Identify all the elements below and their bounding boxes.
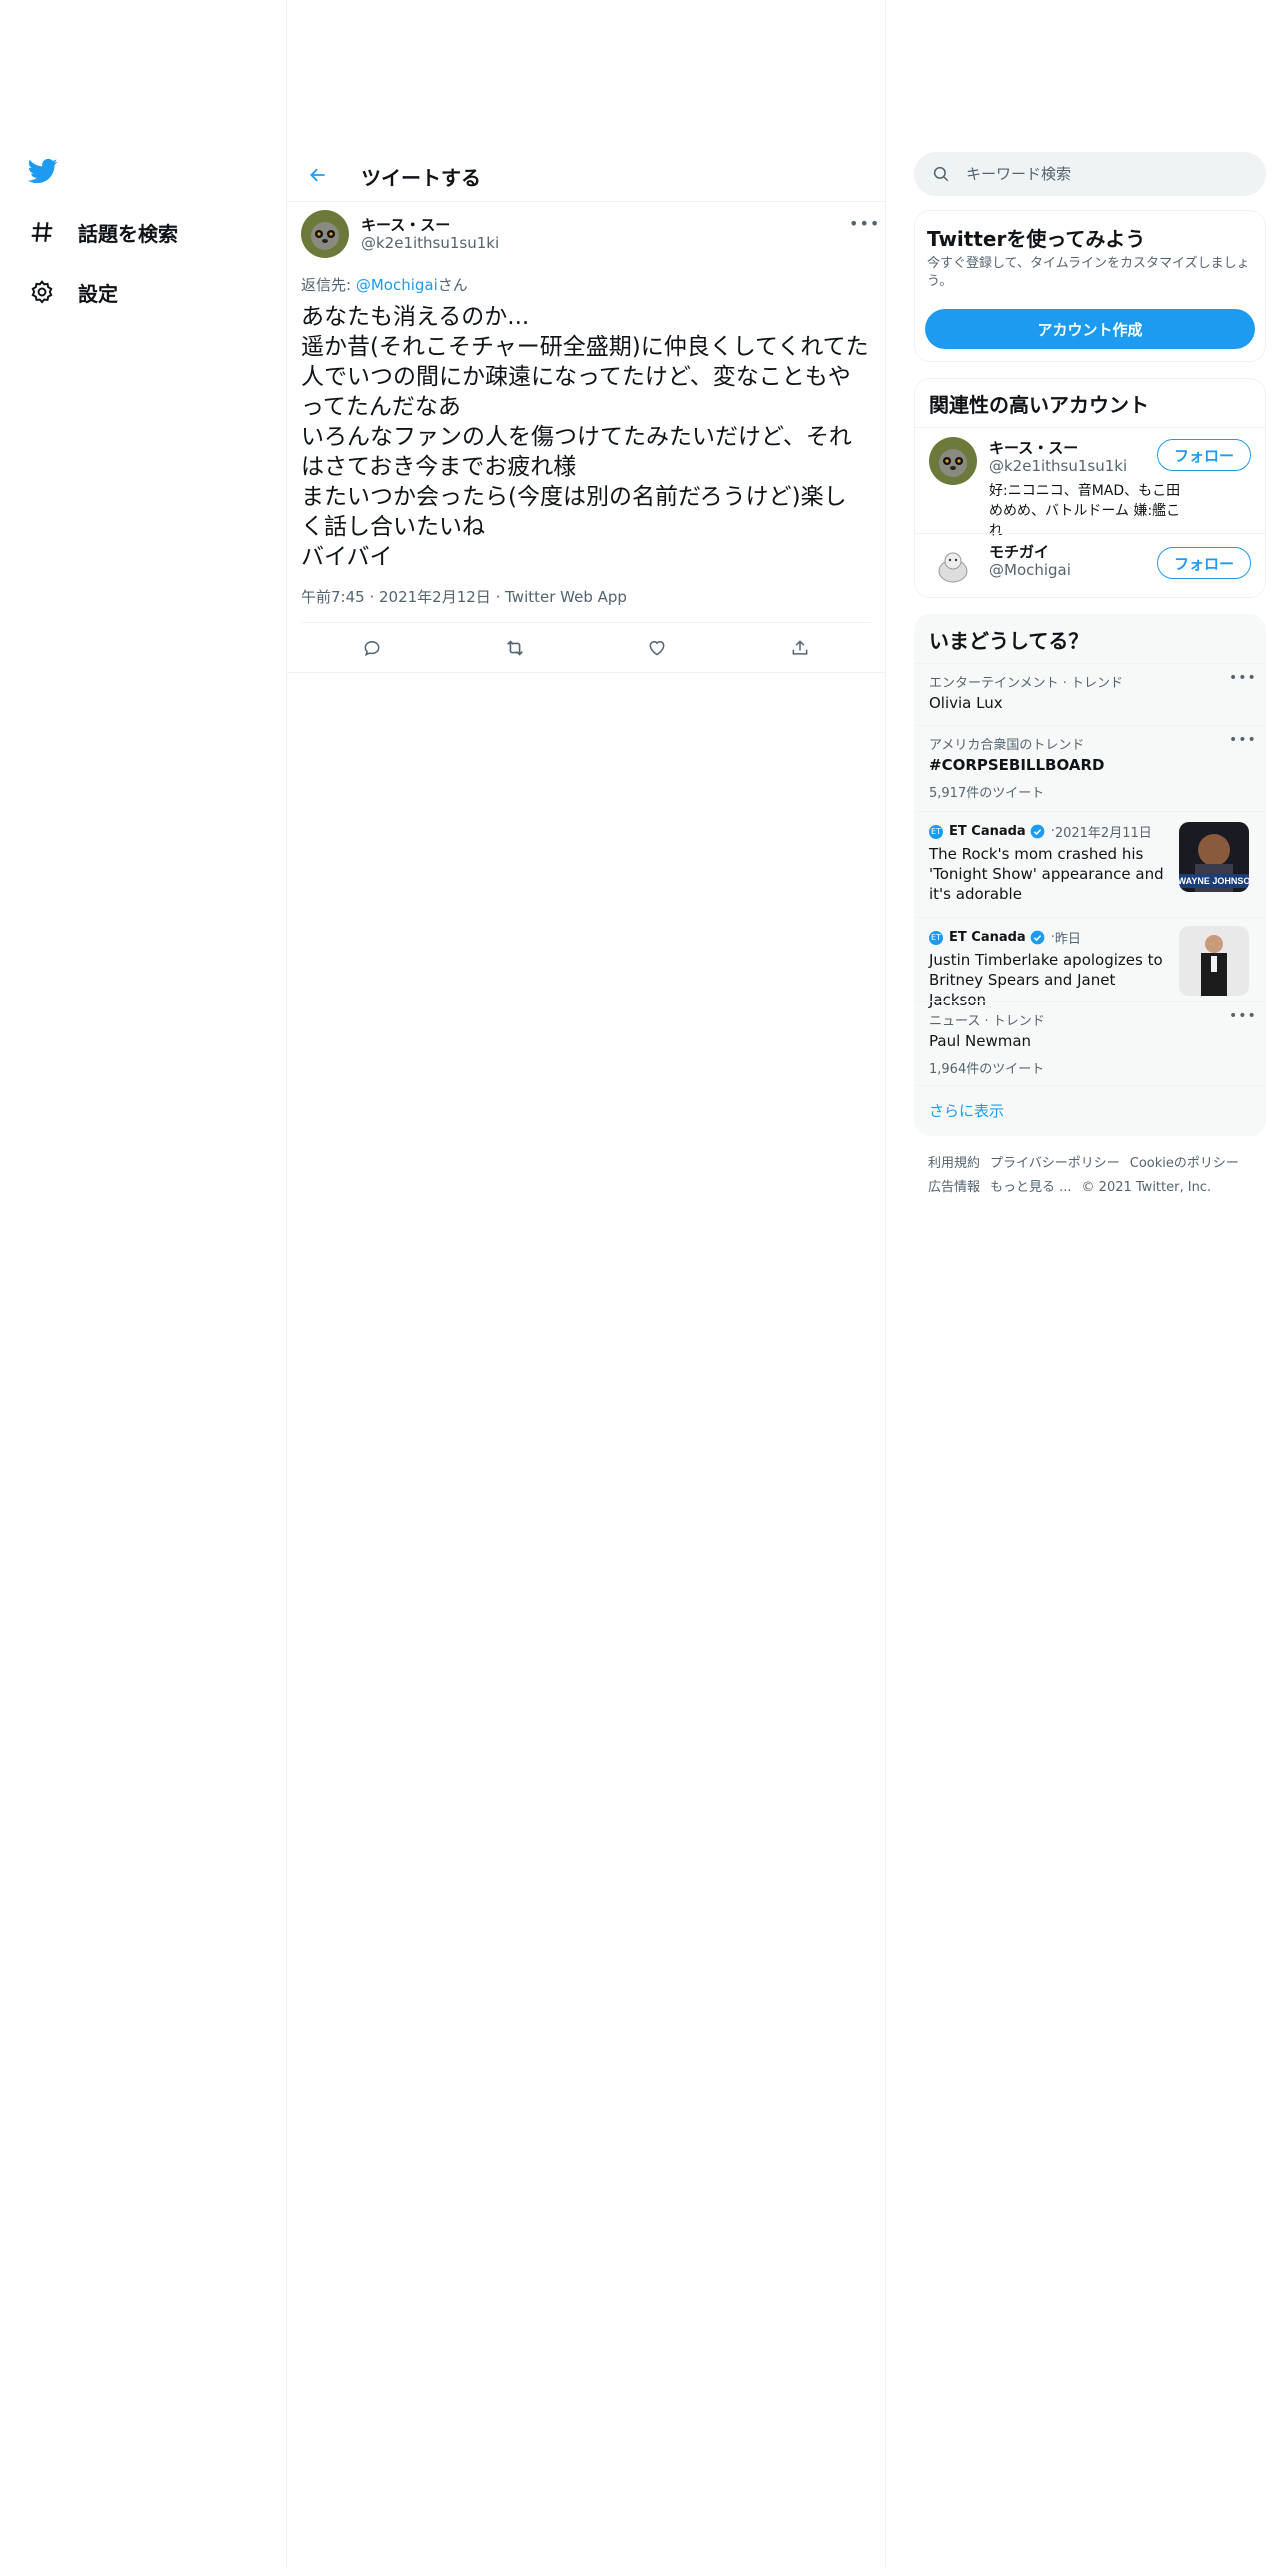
trend-count: 5,917件のツイート — [929, 786, 1045, 801]
search-box[interactable] — [914, 152, 1266, 196]
tweet-text: あなたも消えるのか... 遥か昔(それこそチャー研全盛期)に仲良くしてくれてた人… — [301, 304, 869, 570]
search-icon — [932, 164, 952, 184]
more-options-icon[interactable]: ••• — [1229, 1008, 1257, 1024]
news-header: ET ET Canada · 昨日 — [929, 928, 1081, 947]
related-account[interactable]: モチガイ @Mochigai フォロー — [915, 533, 1265, 597]
verified-icon — [1030, 824, 1045, 839]
create-account-button[interactable]: アカウント作成 — [925, 309, 1255, 349]
trends-card: いまどうしてる？ エンターテインメント · トレンド Olivia Lux ••… — [914, 614, 1266, 1136]
news-time: 昨日 — [1054, 932, 1081, 947]
account-name[interactable]: モチガイ — [989, 541, 1049, 562]
tweet-author-handle[interactable]: @k2e1ithsu1su1ki — [361, 234, 499, 252]
news-source: ET Canada — [949, 930, 1026, 945]
reply-to-line: 返信先: @Mochigaiさん — [301, 274, 468, 295]
account-name[interactable]: キース・スー — [989, 437, 1078, 458]
divider — [301, 622, 871, 623]
news-source: ET Canada — [949, 824, 1026, 839]
reply-suffix: さん — [437, 276, 468, 294]
nav-settings-label: 設定 — [78, 281, 118, 306]
reply-icon[interactable] — [355, 631, 389, 665]
footer-link[interactable]: Cookieのポリシー — [1130, 1156, 1239, 1171]
footer-link[interactable]: 広告情報 — [928, 1180, 980, 1195]
show-more-link[interactable]: さらに表示 — [929, 1100, 1004, 1121]
hashtag-icon — [26, 216, 58, 248]
meta-separator: · — [364, 588, 379, 606]
more-options-icon[interactable]: ••• — [849, 214, 880, 233]
account-bio: 好:ニコニコ、音MAD、もこ田めめめ、バトルドーム 嫌:艦これ — [989, 483, 1181, 539]
more-options-icon[interactable]: ••• — [1229, 670, 1257, 686]
like-icon[interactable] — [640, 631, 674, 665]
footer-link[interactable]: 利用規約 — [928, 1156, 980, 1171]
news-item[interactable]: ET ET Canada · 昨日 Justin Timberlake apol… — [915, 917, 1265, 1009]
twitter-logo-icon[interactable] — [26, 156, 66, 192]
tweet-client[interactable]: Twitter Web App — [505, 588, 627, 606]
signup-title: Twitterを使ってみよう — [927, 227, 1146, 251]
related-accounts-card: 関連性の高いアカウント キース・スー @k2e1ithsu1su1ki 好:ニコ… — [914, 378, 1266, 598]
tweet-time[interactable]: 午前7:45 — [301, 588, 365, 606]
source-icon: ET — [929, 930, 943, 945]
trend-item[interactable]: ニュース · トレンド Paul Newman 1,964件のツイート ••• — [915, 1001, 1265, 1085]
nav-explore-label: 話題を検索 — [78, 221, 178, 246]
nav-settings[interactable]: 設定 — [26, 272, 118, 312]
trend-context: アメリカ合衆国のトレンド — [929, 738, 1085, 753]
account-handle[interactable]: @k2e1ithsu1su1ki — [989, 457, 1127, 475]
footer-link[interactable]: もっと見る ... — [990, 1180, 1072, 1195]
trend-title: Olivia Lux — [929, 694, 1003, 712]
footer: 利用規約 プライバシーポリシー Cookieのポリシー 広告情報 もっと見る ... ©… — [928, 1152, 1258, 1200]
search-input[interactable] — [966, 165, 1236, 183]
footer-link[interactable]: プライバシーポリシー — [990, 1156, 1120, 1171]
source-icon: ET — [929, 824, 943, 839]
news-time: 2021年2月11日 — [1054, 826, 1152, 841]
show-more-row[interactable]: さらに表示 — [915, 1085, 1265, 1135]
trend-title: Paul Newman — [929, 1032, 1032, 1050]
share-icon[interactable] — [783, 631, 817, 665]
follow-button[interactable]: フォロー — [1157, 547, 1251, 579]
trend-item[interactable]: エンターテインメント · トレンド Olivia Lux ••• — [915, 663, 1265, 725]
related-account[interactable]: キース・スー @k2e1ithsu1su1ki 好:ニコニコ、音MAD、もこ田め… — [915, 427, 1265, 539]
trend-item[interactable]: アメリカ合衆国のトレンド #CORPSEBILLBOARD 5,917件のツイー… — [915, 725, 1265, 811]
news-headline: The Rock's mom crashed his 'Tonight Show… — [929, 845, 1164, 903]
avatar[interactable] — [301, 210, 349, 258]
nav-explore[interactable]: 話題を検索 — [26, 212, 178, 252]
tweet-actions — [301, 624, 871, 672]
back-arrow-icon[interactable] — [301, 158, 335, 192]
trend-title: #CORPSEBILLBOARD — [929, 756, 1105, 774]
follow-button[interactable]: フォロー — [1157, 439, 1251, 471]
news-item[interactable]: ET ET Canada · 2021年2月11日 The Rock's mom… — [915, 811, 1265, 917]
tweet-author-name[interactable]: キース・スー — [361, 214, 450, 235]
meta-separator: · — [490, 588, 506, 606]
signup-description: 今すぐ登録して、タイムラインをカスタマイズしましょう。 — [927, 256, 1250, 289]
signup-card: Twitterを使ってみよう 今すぐ登録して、タイムラインをカスタマイズしましょ… — [914, 210, 1266, 362]
related-title: 関連性の高いアカウント — [929, 393, 1149, 417]
retweet-icon[interactable] — [498, 631, 532, 665]
account-handle[interactable]: @Mochigai — [989, 561, 1071, 579]
reply-mention-link[interactable]: @Mochigai — [356, 276, 438, 294]
tweet-header: ツイートする — [287, 148, 885, 202]
verified-icon — [1030, 930, 1045, 945]
tweet-metadata: 午前7:45 · 2021年2月12日 · Twitter Web App — [301, 586, 627, 607]
avatar[interactable] — [929, 437, 977, 485]
news-thumbnail: WAYNE JOHNSO — [1179, 822, 1249, 892]
left-nav: 話題を検索 設定 — [0, 0, 286, 2568]
reply-prefix: 返信先: — [301, 276, 356, 294]
primary-column: ツイートする キース・スー @k2e1ithsu1su1ki ••• 返信先: … — [286, 0, 886, 2568]
thumbnail-text: WAYNE JOHNSO — [1179, 876, 1249, 886]
trend-context: エンターテインメント · トレンド — [929, 676, 1124, 691]
news-header: ET ET Canada · 2021年2月11日 — [929, 822, 1152, 841]
trends-title: いまどうしてる？ — [929, 629, 1089, 653]
tweet-date[interactable]: 2021年2月12日 — [379, 588, 491, 606]
trend-count: 1,964件のツイート — [929, 1062, 1045, 1077]
avatar[interactable] — [929, 541, 977, 589]
gear-icon — [26, 276, 58, 308]
copyright: © 2021 Twitter, Inc. — [1081, 1180, 1212, 1195]
divider — [287, 672, 885, 673]
more-options-icon[interactable]: ••• — [1229, 732, 1257, 748]
trend-context: ニュース · トレンド — [929, 1014, 1045, 1029]
news-thumbnail — [1179, 926, 1249, 996]
page-title: ツイートする — [361, 166, 481, 190]
